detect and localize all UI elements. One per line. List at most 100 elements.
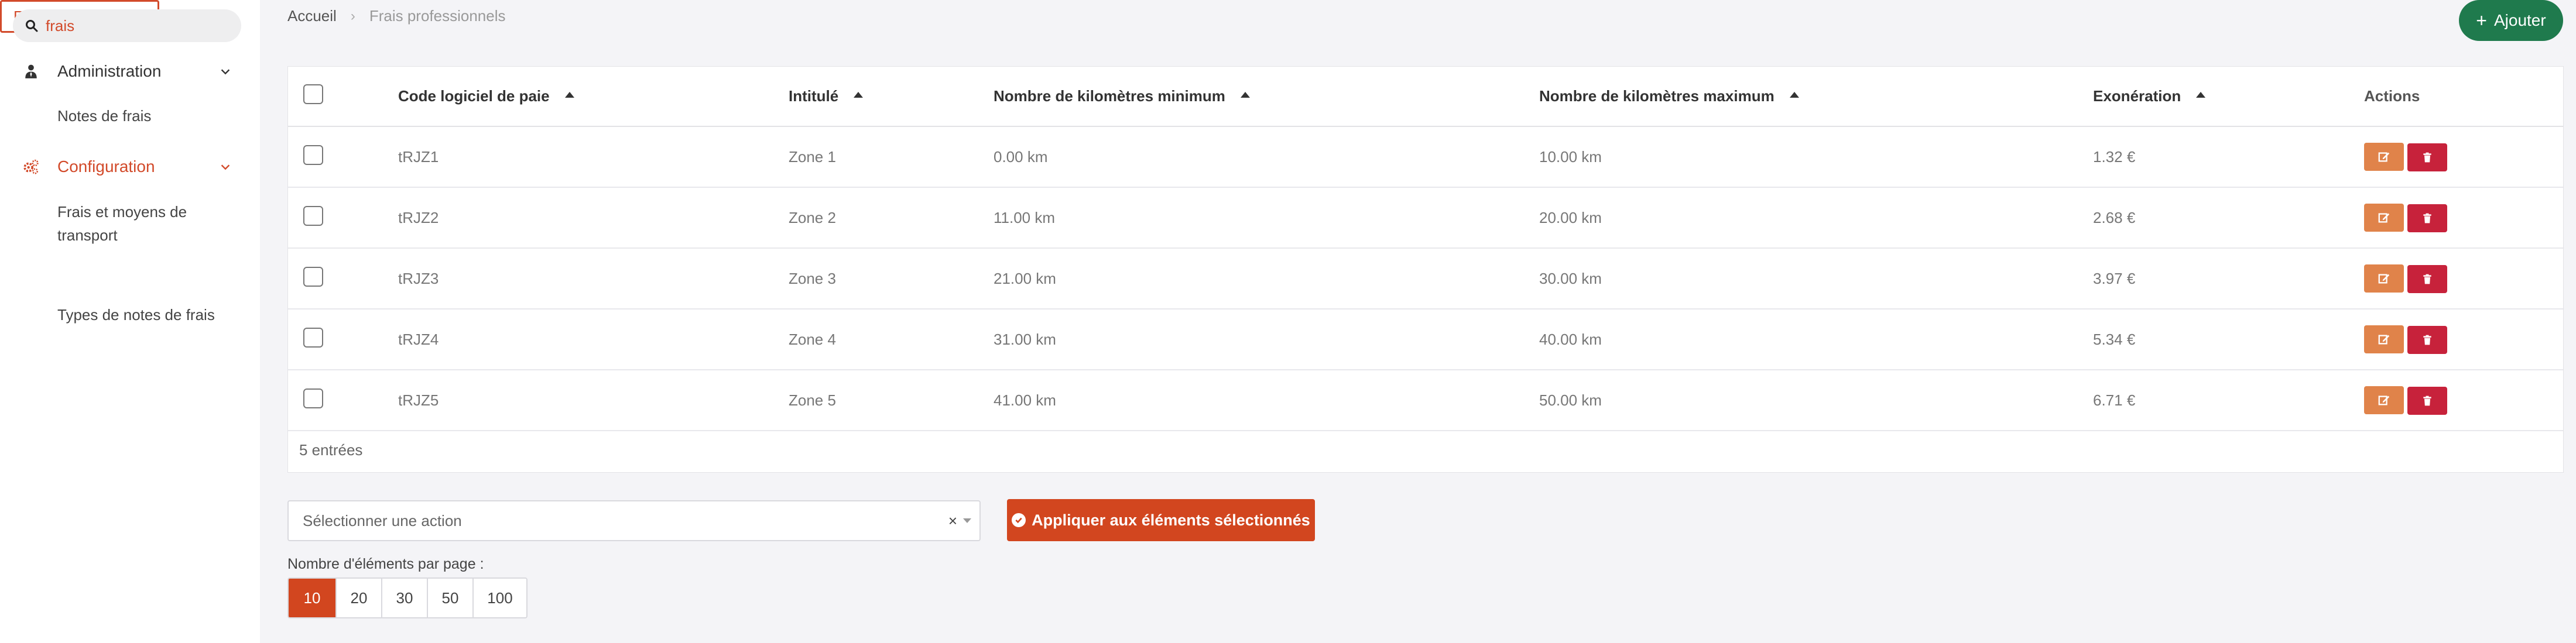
row-checkbox[interactable] (303, 388, 323, 408)
cell-intitule: Zone 3 (789, 248, 994, 310)
cell-km-max: 50.00 km (1539, 370, 2093, 431)
delete-button[interactable] (2407, 325, 2447, 354)
edit-button[interactable] (2364, 325, 2404, 353)
edit-icon (2378, 273, 2390, 283)
delete-button[interactable] (2407, 204, 2447, 232)
sidebar-item-notes-de-frais[interactable]: Notes de frais (57, 104, 151, 128)
search-box[interactable] (13, 9, 241, 42)
cell-exoneration: 6.71 € (2093, 370, 2364, 431)
search-input[interactable] (46, 16, 233, 35)
edit-button[interactable] (2364, 203, 2404, 232)
row-checkbox[interactable] (303, 327, 323, 348)
apply-button-label: Appliquer aux éléments sélectionnés (1032, 511, 1310, 529)
table-row: tRJZ1 Zone 1 0.00 km 10.00 km 1.32 € (288, 126, 2563, 188)
cell-code-value: tRJZ4 (398, 330, 439, 348)
breadcrumb-home-link[interactable]: Accueil (287, 7, 337, 25)
cell-code: tRJZ4 (398, 309, 789, 370)
cell-code-value: tRJZ5 (398, 391, 439, 409)
cell-code: tRJZ2 (398, 187, 789, 249)
cell-code-value: tRJZ1 (398, 147, 439, 166)
edit-button[interactable] (2364, 264, 2404, 293)
edit-icon (2378, 334, 2390, 344)
delete-button[interactable] (2407, 264, 2447, 293)
row-checkbox[interactable] (303, 145, 323, 165)
column-header-km-min[interactable]: Nombre de kilomètres minimum (994, 67, 1539, 127)
trash-icon (2423, 152, 2431, 162)
delete-button[interactable] (2407, 386, 2447, 415)
per-page-option-10[interactable]: 10 (289, 579, 337, 617)
cell-intitule: Zone 5 (789, 370, 994, 431)
table-card: Code logiciel de paie Intitulé Nombre de… (287, 66, 2564, 473)
cell-km-max-value: 10.00 km (1539, 147, 1602, 166)
per-page-option-50[interactable]: 50 (428, 579, 474, 617)
sidebar-section-administration[interactable]: Administration (0, 54, 260, 89)
sidebar-section-label: Configuration (57, 157, 155, 176)
chevron-down-icon (221, 69, 230, 75)
per-page-option-30[interactable]: 30 (382, 579, 428, 617)
trash-icon (2423, 335, 2431, 345)
cell-km-min: 31.00 km (994, 309, 1539, 370)
column-header-exoneration[interactable]: Exonération (2093, 67, 2364, 127)
per-page-option-20[interactable]: 20 (337, 579, 382, 617)
cell-km-max-value: 40.00 km (1539, 330, 1602, 348)
cell-exoneration-value: 5.34 € (2093, 330, 2136, 348)
cell-code: tRJZ5 (398, 370, 789, 431)
trash-icon (2423, 274, 2431, 284)
row-select-cell (288, 309, 398, 370)
add-button[interactable]: + Ajouter (2459, 0, 2563, 41)
table-row: tRJZ5 Zone 5 41.00 km 50.00 km 6.71 € (288, 370, 2563, 431)
caret-down-icon (963, 518, 971, 523)
cell-intitule: Zone 2 (789, 187, 994, 249)
table-row: tRJZ3 Zone 3 21.00 km 30.00 km 3.97 € (288, 248, 2563, 310)
bulk-action-select[interactable]: Sélectionner une action × (287, 500, 981, 541)
plus-icon: + (2476, 10, 2487, 31)
cell-intitule-value: Zone 2 (789, 208, 836, 226)
cell-intitule: Zone 1 (789, 126, 994, 188)
column-header-km-max[interactable]: Nombre de kilomètres maximum (1539, 67, 2093, 127)
cell-exoneration-value: 1.32 € (2093, 147, 2136, 166)
cell-exoneration-value: 2.68 € (2093, 208, 2136, 226)
cell-km-min-value: 41.00 km (994, 391, 1056, 409)
select-all-checkbox[interactable] (303, 84, 323, 104)
per-page-option-100[interactable]: 100 (474, 579, 526, 617)
row-select-cell (288, 126, 398, 188)
cell-km-min-value: 21.00 km (994, 269, 1056, 287)
apply-selection-button[interactable]: Appliquer aux éléments sélectionnés (1007, 499, 1315, 541)
column-header-code[interactable]: Code logiciel de paie (398, 67, 789, 127)
edit-button[interactable] (2364, 386, 2404, 414)
sidebar-section-configuration[interactable]: Configuration (0, 149, 260, 184)
cell-km-max: 20.00 km (1539, 187, 2093, 249)
table-header-row: Code logiciel de paie Intitulé Nombre de… (288, 67, 2563, 127)
column-header-intitule[interactable]: Intitulé (789, 67, 994, 127)
edit-icon (2378, 212, 2390, 222)
table-body: tRJZ1 Zone 1 0.00 km 10.00 km 1.32 € tRJZ2 Zon… (288, 126, 2563, 431)
cell-intitule-value: Zone 5 (789, 391, 836, 409)
row-actions (2364, 370, 2563, 431)
cell-km-min-value: 11.00 km (994, 208, 1056, 226)
row-checkbox[interactable] (303, 205, 323, 226)
select-all-cell (288, 67, 398, 127)
cell-code-value: tRJZ2 (398, 208, 439, 226)
per-page-selector: 10 20 30 50 100 (287, 577, 527, 618)
breadcrumb-separator: › (350, 8, 355, 24)
cell-km-min-value: 0.00 km (994, 147, 1048, 166)
cell-code-value: tRJZ3 (398, 269, 439, 287)
per-page-label: Nombre d'éléments par page : (287, 556, 484, 572)
cell-intitule-value: Zone 1 (789, 147, 836, 166)
delete-button[interactable] (2407, 143, 2447, 171)
search-icon (26, 20, 38, 32)
sort-asc-icon (564, 92, 574, 98)
edit-button[interactable] (2364, 142, 2404, 171)
cell-km-max: 40.00 km (1539, 309, 2093, 370)
cogs-icon (22, 158, 40, 176)
sidebar-item-frais-et-moyens-de-transport[interactable]: Frais et moyens de transport (57, 200, 233, 247)
cell-km-max-value: 30.00 km (1539, 269, 1602, 287)
data-table: Code logiciel de paie Intitulé Nombre de… (288, 67, 2563, 431)
row-checkbox[interactable] (303, 266, 323, 287)
row-actions (2364, 126, 2563, 188)
clear-selection-icon[interactable]: × (948, 512, 957, 530)
cell-code: tRJZ1 (398, 126, 789, 188)
sidebar-section-label: Administration (57, 62, 162, 80)
sidebar-item-types-de-notes-de-frais[interactable]: Types de notes de frais (57, 303, 215, 326)
bulk-action-placeholder: Sélectionner une action (303, 511, 462, 529)
